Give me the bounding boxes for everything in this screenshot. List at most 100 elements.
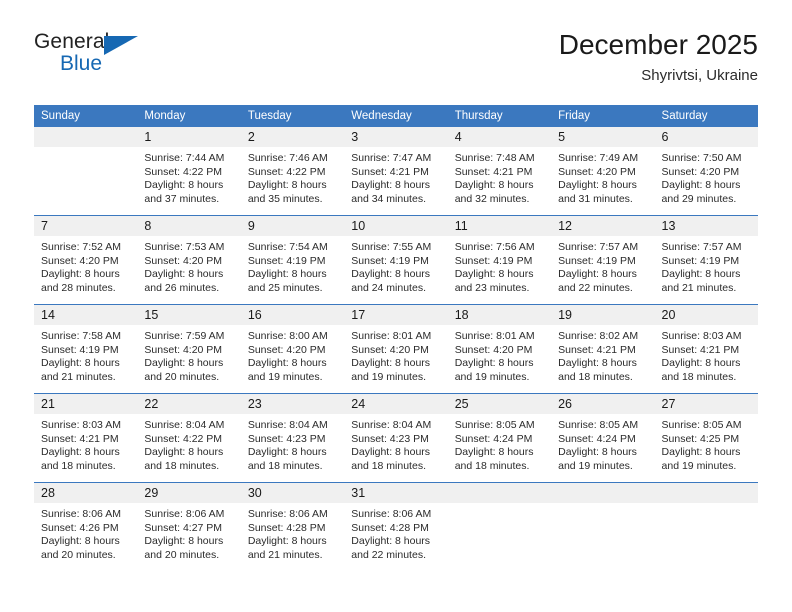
calendar-day-cell[interactable]: 28 Sunrise: 8:06 AM Sunset: 4:26 PM Dayligh… — [34, 483, 138, 572]
calendar-day-cell[interactable]: 14 Sunrise: 7:58 AM Sunset: 4:19 PM Dayligh… — [34, 305, 138, 394]
day-detail-daylight-line1: Daylight: 8 hours — [247, 268, 327, 281]
day-details: Sunrise: 7:55 AM Sunset: 4:19 PM Daylight:… — [344, 236, 447, 295]
calendar-day-cell[interactable]: 31 Sunrise: 8:06 AM Sunset: 4:28 PM Dayligh… — [344, 483, 448, 572]
day-detail-sunrise: Sunrise: 7:47 AM — [351, 152, 432, 164]
calendar-day-cell[interactable]: 30 Sunrise: 8:06 AM Sunset: 4:28 PM Dayligh… — [240, 483, 345, 572]
day-details: Sunrise: 8:05 AM Sunset: 4:25 PM Daylight:… — [655, 414, 758, 473]
calendar-empty-cell — [551, 483, 655, 572]
page-title: December 2025 — [558, 29, 758, 60]
day-details: Sunrise: 8:01 AM Sunset: 4:20 PM Daylight:… — [448, 325, 551, 384]
day-details: Sunrise: 8:05 AM Sunset: 4:24 PM Daylight:… — [551, 414, 654, 473]
calendar-day-cell[interactable]: 5 Sunrise: 7:49 AM Sunset: 4:20 PM Daylight… — [551, 127, 655, 216]
calendar-day-cell[interactable]: 18 Sunrise: 8:01 AM Sunset: 4:20 PM Dayligh… — [447, 305, 552, 394]
calendar-day-cell[interactable]: 20 Sunrise: 8:03 AM Sunset: 4:21 PM Dayligh… — [654, 305, 758, 394]
day-number: 26 — [551, 394, 655, 414]
calendar-day-cell[interactable]: 7 Sunrise: 7:52 AM Sunset: 4:20 PM Daylight… — [34, 216, 138, 305]
day-detail-daylight-line1: Daylight: 8 hours — [661, 268, 741, 281]
day-detail-sunrise: Sunrise: 7:55 AM — [351, 241, 432, 253]
calendar-day-cell[interactable]: 29 Sunrise: 8:06 AM Sunset: 4:27 PM Dayligh… — [137, 483, 241, 572]
calendar-day-cell[interactable]: 26 Sunrise: 8:05 AM Sunset: 4:24 PM Dayligh… — [551, 394, 655, 483]
day-detail-sunrise: Sunrise: 7:59 AM — [144, 330, 225, 342]
day-detail-sunrise: Sunrise: 8:04 AM — [247, 419, 328, 431]
day-detail-daylight-line1: Daylight: 8 hours — [247, 357, 327, 370]
day-number: 7 — [34, 216, 138, 236]
calendar-day-cell[interactable]: 19 Sunrise: 8:02 AM Sunset: 4:21 PM Dayligh… — [551, 305, 655, 394]
calendar-day-cell[interactable]: 16 Sunrise: 8:00 AM Sunset: 4:20 PM Dayligh… — [240, 305, 345, 394]
calendar-day-cell[interactable]: 10 Sunrise: 7:55 AM Sunset: 4:19 PM Dayligh… — [344, 216, 448, 305]
calendar-day-cell[interactable]: 25 Sunrise: 8:05 AM Sunset: 4:24 PM Dayligh… — [447, 394, 552, 483]
day-detail-daylight-line2: and 23 minutes. — [454, 281, 530, 294]
day-detail-daylight-line1: Daylight: 8 hours — [558, 179, 637, 192]
day-detail-sunset: Sunset: 4:23 PM — [247, 432, 326, 445]
day-detail-sunset: Sunset: 4:20 PM — [247, 343, 326, 356]
calendar-day-cell[interactable]: 9 Sunrise: 7:54 AM Sunset: 4:19 PM Daylight… — [240, 216, 345, 305]
calendar-day-cell[interactable]: 12 Sunrise: 7:57 AM Sunset: 4:19 PM Dayligh… — [551, 216, 655, 305]
day-detail-sunrise: Sunrise: 8:05 AM — [661, 419, 742, 431]
day-detail-sunrise: Sunrise: 8:06 AM — [247, 508, 328, 520]
calendar-day-cell[interactable]: 1 Sunrise: 7:44 AM Sunset: 4:22 PM Daylight… — [137, 127, 241, 216]
calendar-day-cell[interactable]: 4 Sunrise: 7:48 AM Sunset: 4:21 PM Daylight… — [447, 127, 552, 216]
calendar-day-cell[interactable]: 15 Sunrise: 7:59 AM Sunset: 4:20 PM Dayligh… — [137, 305, 241, 394]
day-number — [34, 127, 138, 147]
day-details: Sunrise: 7:48 AM Sunset: 4:21 PM Daylight:… — [448, 147, 551, 206]
day-number: 5 — [551, 127, 655, 147]
day-details: Sunrise: 7:52 AM Sunset: 4:20 PM Daylight:… — [34, 236, 137, 295]
day-detail-sunset: Sunset: 4:20 PM — [144, 254, 223, 267]
column-header-wednesday: Wednesday — [344, 105, 448, 127]
day-detail-daylight-line2: and 34 minutes. — [351, 192, 426, 205]
day-number: 1 — [137, 127, 241, 147]
day-detail-sunset: Sunset: 4:20 PM — [41, 254, 119, 267]
calendar-day-cell[interactable]: 27 Sunrise: 8:05 AM Sunset: 4:25 PM Dayligh… — [654, 394, 758, 483]
calendar-day-cell[interactable]: 8 Sunrise: 7:53 AM Sunset: 4:20 PM Daylight… — [137, 216, 241, 305]
day-detail-sunset: Sunset: 4:22 PM — [247, 165, 326, 178]
day-detail-sunset: Sunset: 4:28 PM — [351, 521, 429, 534]
calendar-day-cell[interactable]: 3 Sunrise: 7:47 AM Sunset: 4:21 PM Daylight… — [344, 127, 448, 216]
calendar-week-row: 7 Sunrise: 7:52 AM Sunset: 4:20 PM Daylight… — [34, 215, 758, 305]
day-number: 28 — [34, 483, 138, 503]
day-detail-daylight-line2: and 20 minutes. — [144, 370, 220, 383]
brand-logo[interactable]: General Blue — [34, 28, 234, 88]
calendar-day-cell[interactable]: 6 Sunrise: 7:50 AM Sunset: 4:20 PM Daylight… — [654, 127, 758, 216]
day-number: 17 — [344, 305, 448, 325]
day-details: Sunrise: 7:47 AM Sunset: 4:21 PM Daylight:… — [344, 147, 447, 206]
day-details: Sunrise: 7:49 AM Sunset: 4:20 PM Daylight:… — [551, 147, 654, 206]
column-header-tuesday: Tuesday — [240, 105, 345, 127]
day-detail-daylight-line1: Daylight: 8 hours — [454, 357, 534, 370]
day-number: 29 — [137, 483, 241, 503]
day-detail-daylight-line2: and 20 minutes. — [144, 548, 220, 561]
day-detail-daylight-line1: Daylight: 8 hours — [144, 179, 224, 192]
day-number: 19 — [551, 305, 655, 325]
day-detail-sunset: Sunset: 4:21 PM — [351, 165, 429, 178]
calendar-day-cell[interactable]: 22 Sunrise: 8:04 AM Sunset: 4:22 PM Dayligh… — [137, 394, 241, 483]
day-detail-daylight-line2: and 37 minutes. — [144, 192, 220, 205]
day-details: Sunrise: 8:06 AM Sunset: 4:28 PM Daylight:… — [344, 503, 447, 562]
day-detail-sunrise: Sunrise: 7:58 AM — [41, 330, 121, 342]
calendar-day-cell[interactable]: 13 Sunrise: 7:57 AM Sunset: 4:19 PM Dayligh… — [654, 216, 758, 305]
day-detail-sunrise: Sunrise: 8:03 AM — [661, 330, 742, 342]
calendar-day-cell[interactable]: 11 Sunrise: 7:56 AM Sunset: 4:19 PM Dayligh… — [447, 216, 552, 305]
day-detail-daylight-line1: Daylight: 8 hours — [558, 357, 637, 370]
brand-name-general: General — [34, 30, 110, 53]
day-detail-daylight-line1: Daylight: 8 hours — [351, 357, 431, 370]
day-detail-daylight-line1: Daylight: 8 hours — [247, 446, 327, 459]
calendar-week-row: 28 Sunrise: 8:06 AM Sunset: 4:26 PM Dayligh… — [34, 482, 758, 572]
column-header-friday: Friday — [551, 105, 655, 127]
day-detail-sunrise: Sunrise: 7:49 AM — [558, 152, 639, 164]
day-number: 22 — [137, 394, 241, 414]
calendar-day-cell[interactable]: 21 Sunrise: 8:03 AM Sunset: 4:21 PM Dayligh… — [34, 394, 138, 483]
day-detail-daylight-line2: and 31 minutes. — [558, 192, 633, 205]
day-details: Sunrise: 7:57 AM Sunset: 4:19 PM Daylight:… — [551, 236, 654, 295]
day-details: Sunrise: 7:57 AM Sunset: 4:19 PM Daylight:… — [655, 236, 758, 295]
day-detail-daylight-line2: and 18 minutes. — [351, 459, 426, 472]
day-detail-sunset: Sunset: 4:20 PM — [351, 343, 429, 356]
calendar-day-cell[interactable]: 23 Sunrise: 8:04 AM Sunset: 4:23 PM Dayligh… — [240, 394, 345, 483]
calendar-day-cell[interactable]: 17 Sunrise: 8:01 AM Sunset: 4:20 PM Dayligh… — [344, 305, 448, 394]
day-detail-daylight-line2: and 29 minutes. — [661, 192, 737, 205]
day-number: 11 — [447, 216, 552, 236]
day-detail-sunrise: Sunrise: 7:54 AM — [247, 241, 328, 253]
calendar-day-cell[interactable]: 2 Sunrise: 7:46 AM Sunset: 4:22 PM Daylight… — [240, 127, 345, 216]
calendar-day-cell[interactable]: 24 Sunrise: 8:04 AM Sunset: 4:23 PM Dayligh… — [344, 394, 448, 483]
column-header-sunday: Sunday — [34, 105, 138, 127]
day-detail-daylight-line2: and 18 minutes. — [661, 370, 737, 383]
day-detail-sunrise: Sunrise: 7:57 AM — [661, 241, 742, 253]
